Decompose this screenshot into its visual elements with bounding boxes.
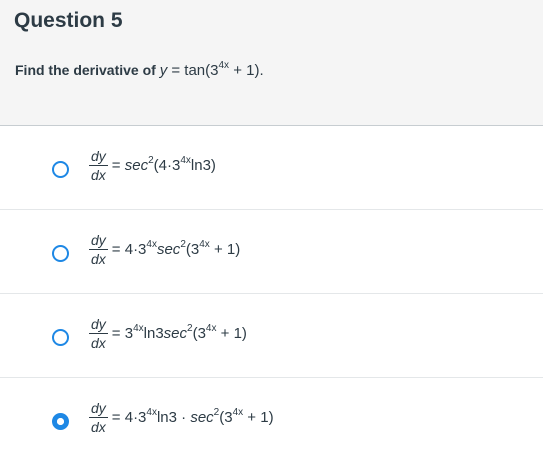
derivative-fraction: dy dx: [89, 400, 108, 435]
fraction-numerator: dy: [89, 316, 108, 334]
math-text: = 4·3: [111, 409, 147, 426]
answer-expression: dy dx = 4·34xsec2(34x + 1): [89, 232, 240, 267]
answer-rhs: = sec2(4·34xln3): [111, 155, 216, 175]
answer-list: dy dx = sec2(4·34xln3) dy dx = 4·34xsec2…: [0, 126, 543, 461]
radio-button[interactable]: [52, 413, 69, 430]
answer-option-3[interactable]: dy dx = 34xln3sec2(34x + 1): [0, 294, 543, 378]
answer-expression: dy dx = sec2(4·34xln3): [89, 148, 216, 183]
math-text: + 1): [216, 325, 247, 342]
derivative-fraction: dy dx: [89, 148, 108, 183]
question-title: Question 5: [14, 9, 123, 32]
exponent: 4x: [133, 323, 144, 334]
prompt-eq: = tan(3: [167, 62, 219, 79]
exponent: 4x: [199, 239, 210, 250]
math-text: = 4·3: [111, 241, 147, 258]
math-text: ln3): [190, 157, 216, 174]
exponent: 4x: [232, 407, 244, 418]
math-text: sec: [163, 325, 188, 342]
math-text: + 1): [243, 409, 274, 426]
math-text: (3: [192, 325, 206, 342]
derivative-fraction: dy dx: [89, 316, 108, 351]
math-text: =: [111, 157, 125, 174]
answer-rhs: = 34xln3sec2(34x + 1): [111, 323, 247, 343]
fraction-denominator: dx: [91, 251, 106, 267]
answer-option-4[interactable]: dy dx = 4·34xln3 · sec2(34x + 1): [0, 378, 543, 461]
answer-option-2[interactable]: dy dx = 4·34xsec2(34x + 1): [0, 210, 543, 294]
fraction-denominator: dx: [91, 167, 106, 183]
math-text: + 1): [209, 241, 241, 258]
prompt-end: + 1).: [229, 62, 264, 79]
answer-option-1[interactable]: dy dx = sec2(4·34xln3): [0, 126, 543, 210]
fraction-denominator: dx: [91, 419, 106, 435]
prompt-exponent: 4x: [218, 60, 230, 71]
exponent: 4x: [146, 407, 157, 418]
exponent: 4x: [180, 155, 191, 166]
math-text: (4·3: [153, 157, 181, 174]
prompt-math: y = tan(34x + 1).: [160, 60, 264, 80]
fraction-numerator: dy: [89, 148, 108, 166]
math-text: sec: [190, 409, 214, 426]
math-text: (3: [219, 409, 233, 426]
math-text: sec: [124, 157, 149, 174]
answer-expression: dy dx = 4·34xln3 · sec2(34x + 1): [89, 400, 274, 435]
exponent: 4x: [146, 239, 157, 250]
math-text: (3: [185, 241, 200, 258]
prompt-prefix: Find the derivative of: [15, 62, 156, 78]
math-text: ln3 ·: [156, 409, 191, 426]
fraction-denominator: dx: [91, 335, 106, 351]
fraction-numerator: dy: [89, 232, 108, 250]
question-header: Question 5 Find the derivative of y = ta…: [0, 0, 543, 126]
radio-button[interactable]: [52, 329, 69, 346]
answer-rhs: = 4·34xsec2(34x + 1): [111, 239, 241, 259]
radio-button[interactable]: [52, 245, 69, 262]
derivative-fraction: dy dx: [89, 232, 108, 267]
math-text: ln3: [143, 325, 164, 342]
math-text: sec: [156, 241, 181, 258]
exponent: 4x: [205, 323, 217, 334]
radio-button[interactable]: [52, 161, 69, 178]
fraction-numerator: dy: [89, 400, 108, 418]
math-text: = 3: [111, 325, 134, 342]
question-prompt: Find the derivative of y = tan(34x + 1).: [15, 60, 264, 80]
answer-expression: dy dx = 34xln3sec2(34x + 1): [89, 316, 247, 351]
answer-rhs: = 4·34xln3 · sec2(34x + 1): [111, 407, 274, 427]
